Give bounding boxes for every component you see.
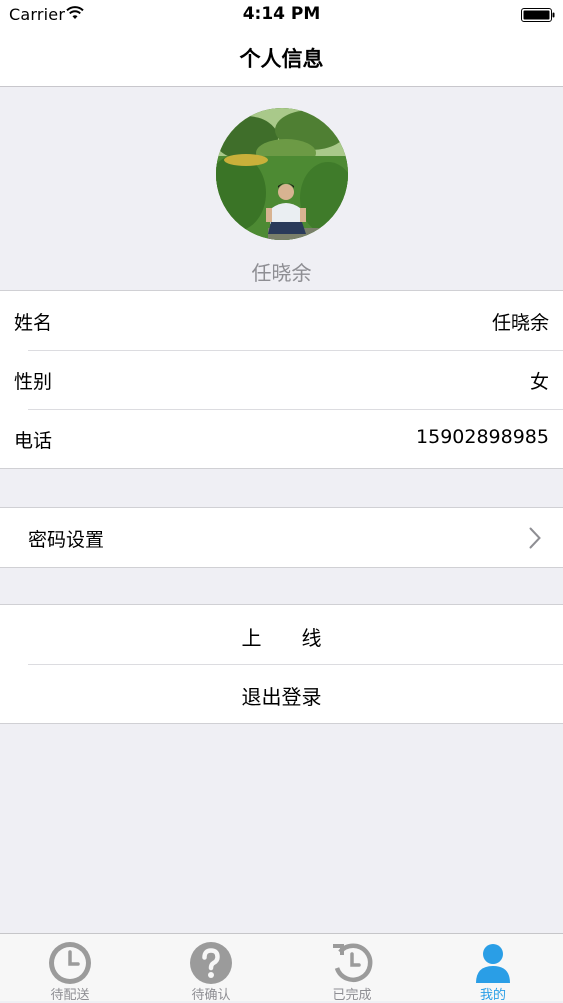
- settings-group: 密码设置: [0, 507, 563, 568]
- history-icon: [333, 943, 373, 982]
- password-settings-label: 密码设置: [28, 529, 105, 551]
- name-label: 姓名: [14, 312, 53, 334]
- logout-row[interactable]: 退出登录: [0, 664, 563, 723]
- phone-row: 电话 15902898985: [0, 409, 563, 468]
- tab-mine[interactable]: 我的: [423, 934, 563, 1003]
- gender-label: 性别: [14, 371, 53, 393]
- profile-name: 任晓余: [251, 261, 312, 285]
- tab-pending-delivery[interactable]: 待配送: [0, 934, 140, 1003]
- avatar-photo: [216, 108, 348, 240]
- phone-label: 电话: [14, 430, 53, 452]
- question-icon: [190, 942, 232, 984]
- info-group: 姓名 任晓余 性别 女 电话 15902898985: [0, 290, 563, 469]
- status-time: 4:14 PM: [242, 4, 321, 24]
- chevron-right-icon: [529, 527, 541, 549]
- profile-header: 任晓余: [0, 87, 563, 290]
- tab-pending-delivery-label: 待配送: [50, 988, 90, 1003]
- tab-completed-label: 已完成: [332, 988, 372, 1003]
- battery-icon: [521, 8, 555, 22]
- tab-mine-label: 我的: [479, 988, 506, 1003]
- phone-value: 15902898985: [416, 426, 549, 448]
- status-bar: Carrier 4:14 PM: [0, 0, 563, 30]
- navigation-bar: 个人信息: [0, 30, 563, 87]
- password-settings-row[interactable]: 密码设置: [0, 508, 563, 567]
- actions-group: 上 线 退出登录: [0, 604, 563, 724]
- tab-completed[interactable]: 已完成: [282, 934, 422, 1003]
- tab-bar: 待配送 待确认 已完成 我的: [0, 933, 563, 1003]
- tab-pending-confirm[interactable]: 待确认: [141, 934, 281, 1003]
- tab-pending-confirm-label: 待确认: [191, 988, 231, 1003]
- name-value: 任晓余: [491, 312, 549, 334]
- online-row[interactable]: 上 线: [0, 605, 563, 664]
- online-button[interactable]: 上 线: [0, 622, 563, 651]
- gender-row: 性别 女: [0, 350, 563, 409]
- user-icon: [476, 944, 510, 983]
- logout-button[interactable]: 退出登录: [0, 681, 563, 710]
- gender-value: 女: [529, 371, 549, 393]
- avatar[interactable]: [216, 108, 348, 240]
- name-row: 姓名 任晓余: [0, 291, 563, 350]
- page-title: 个人信息: [239, 47, 324, 71]
- clock-icon: [49, 942, 91, 984]
